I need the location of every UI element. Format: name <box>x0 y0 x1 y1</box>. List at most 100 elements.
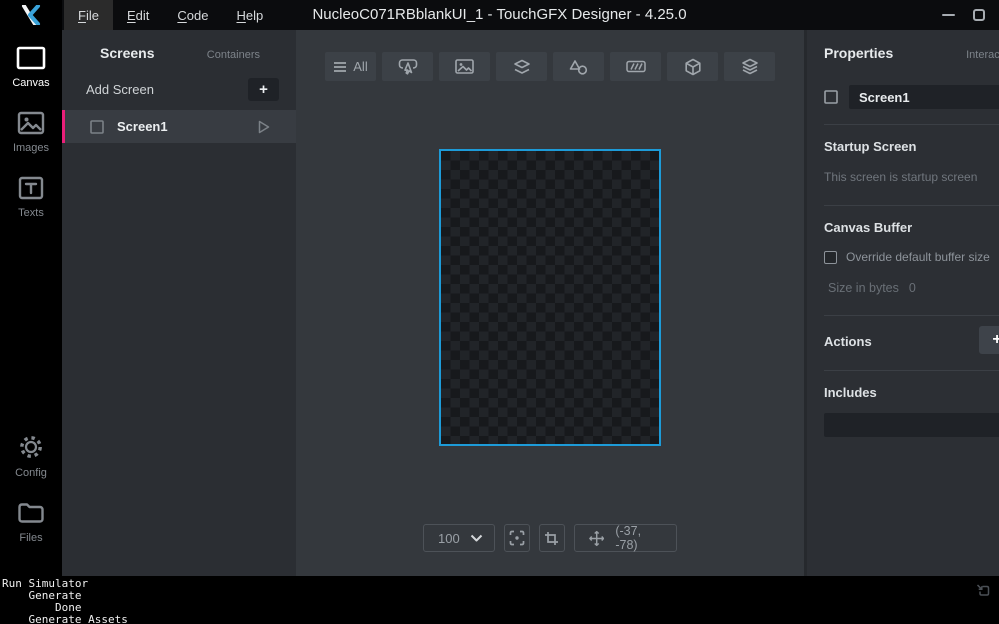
move-icon <box>589 530 605 546</box>
container-widget-icon <box>513 59 530 74</box>
crop-icon <box>545 531 559 545</box>
gear-icon <box>20 436 42 458</box>
includes-input[interactable] <box>824 413 999 437</box>
tab-properties[interactable]: Properties <box>824 45 893 61</box>
app-body: Canvas Images Texts Config Files Screens… <box>0 30 999 576</box>
tab-interactions[interactable]: Interactions <box>966 49 999 61</box>
widgets-images-button[interactable] <box>439 52 490 81</box>
sidebar-item-label: Texts <box>18 207 44 219</box>
images-icon <box>17 111 45 135</box>
folder-icon <box>18 503 44 523</box>
buffer-size-value: 0 <box>908 281 916 295</box>
sidebar-item-files[interactable]: Files <box>17 501 45 544</box>
console-line: Run Simulator <box>2 577 89 590</box>
menu-edit[interactable]: Edit <box>113 0 163 30</box>
crop-button[interactable] <box>539 524 565 552</box>
override-buffer-label: Override default buffer size <box>846 250 990 264</box>
texts-icon <box>18 176 44 200</box>
override-buffer-row: Override default buffer size <box>824 250 999 264</box>
widgets-controls-button[interactable] <box>382 52 433 81</box>
design-canvas-screen1[interactable] <box>439 149 661 446</box>
touchgfx-logo <box>0 0 62 30</box>
startup-screen-heading: Startup Screen <box>824 139 917 154</box>
add-screen-button[interactable]: + <box>248 78 279 101</box>
sidebar-item-images[interactable]: Images <box>13 111 49 154</box>
properties-panel: Properties Interactions Screen1 Startup … <box>807 30 999 576</box>
canvas-position-indicator[interactable]: (-37, -78) <box>573 524 677 552</box>
sidebar-item-label: Images <box>12 142 50 154</box>
image-widget-icon <box>455 59 474 74</box>
screen-list-item-screen1[interactable]: Screen1 <box>62 110 296 143</box>
divider <box>824 124 999 125</box>
override-buffer-checkbox[interactable] <box>824 250 837 264</box>
run-screen-icon[interactable] <box>258 120 270 134</box>
divider <box>824 315 999 316</box>
actions-heading: Actions <box>824 333 872 349</box>
sidebar-item-label: Config <box>15 467 47 479</box>
sidebar-item-label: Files <box>19 532 43 544</box>
window-controls <box>942 0 985 30</box>
hamburger-icon <box>334 61 347 72</box>
canvas-area: All 100 (-37, -78) <box>296 30 807 576</box>
buffer-size-label: Size in bytes <box>828 281 899 295</box>
shapes-widget-icon <box>569 59 588 75</box>
widgets-3d-button[interactable] <box>667 52 718 81</box>
properties-panel-tabs: Properties Interactions <box>807 30 999 61</box>
maximize-icon[interactable] <box>973 9 985 21</box>
activity-bar: Canvas Images Texts Config Files <box>0 30 62 576</box>
actions-row: Actions + <box>807 326 999 356</box>
menu-code[interactable]: Code <box>163 0 222 30</box>
canvas-buffer-heading: Canvas Buffer <box>824 220 913 235</box>
screen-icon <box>824 90 838 104</box>
startup-screen-description: This screen is startup screen <box>824 170 978 184</box>
widgets-all-label: All <box>353 59 368 74</box>
screens-panel-tabs: Screens Containers <box>62 30 296 71</box>
screens-panel: Screens Containers Add Screen + Screen1 <box>62 30 296 576</box>
tab-containers[interactable]: Containers <box>207 49 260 61</box>
screen-name-input[interactable]: Screen1 <box>849 85 999 109</box>
chevron-down-icon <box>470 534 483 542</box>
canvas-coords: (-37, -78) <box>615 524 642 552</box>
console-line: Generate Assets <box>2 613 128 624</box>
widgets-all-button[interactable]: All <box>325 52 376 81</box>
console-line: Generate <box>2 589 82 602</box>
console-line: Done <box>2 601 82 614</box>
widgets-containers-button[interactable] <box>496 52 547 81</box>
sidebar-item-label: Canvas <box>12 77 50 89</box>
widgets-misc-button[interactable] <box>724 52 775 81</box>
tab-screens[interactable]: Screens <box>100 45 154 61</box>
canvas-icon <box>16 46 46 70</box>
focus-icon <box>509 530 525 546</box>
widgets-shapes-button[interactable] <box>553 52 604 81</box>
buffer-size-row: Size in bytes 0 <box>828 281 999 295</box>
minimize-icon[interactable] <box>942 14 955 16</box>
progress-widget-icon <box>625 60 646 73</box>
widgets-progress-button[interactable] <box>610 52 661 81</box>
sidebar-item-config[interactable]: Config <box>15 434 47 479</box>
divider <box>824 370 999 371</box>
layers-widget-icon <box>741 58 758 75</box>
screen-name: Screen1 <box>117 119 168 134</box>
expand-console-icon[interactable] <box>976 584 990 600</box>
menubar: File Edit Code Help <box>64 0 277 30</box>
button-widget-icon <box>398 59 417 75</box>
titlebar: File Edit Code Help NucleoC071RBblankUI_… <box>0 0 999 30</box>
touchgfx-x-icon <box>22 5 40 25</box>
zoom-select[interactable]: 100 <box>423 524 496 552</box>
fit-to-view-button[interactable] <box>504 524 531 552</box>
divider <box>824 205 999 206</box>
screen-icon <box>90 119 104 134</box>
add-screen-row: Add Screen + <box>62 71 296 110</box>
cube-widget-icon <box>684 58 701 75</box>
add-screen-label: Add Screen <box>86 82 154 97</box>
menu-file[interactable]: File <box>64 0 113 30</box>
includes-heading: Includes <box>824 385 877 400</box>
menu-help[interactable]: Help <box>222 0 277 30</box>
canvas-footer-toolbar: 100 (-37, -78) <box>423 524 677 552</box>
widget-toolbar: All <box>325 52 775 81</box>
screen-name-row: Screen1 <box>824 85 999 109</box>
sidebar-item-canvas[interactable]: Canvas <box>12 46 50 89</box>
add-action-button[interactable]: + <box>979 326 999 354</box>
output-console[interactable]: Run Simulator Generate Done Generate Ass… <box>0 576 999 624</box>
sidebar-item-texts[interactable]: Texts <box>18 176 44 219</box>
